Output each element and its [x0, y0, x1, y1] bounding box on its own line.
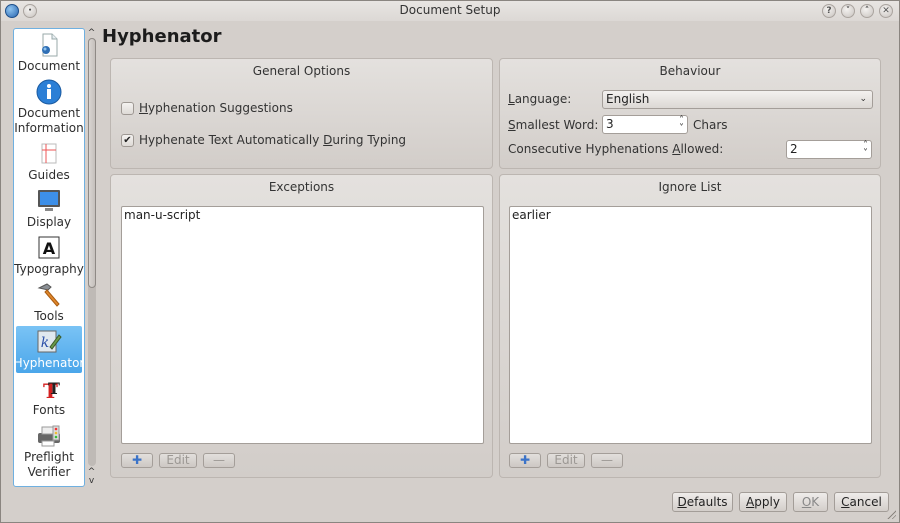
info-icon [36, 79, 62, 105]
guides-icon [36, 141, 62, 167]
general-options-group: General Options Hyphenation Suggestions … [110, 58, 493, 169]
chevron-down-icon: ⌄ [859, 94, 867, 104]
consecutive-value: 2 [790, 142, 798, 156]
group-title: General Options [252, 64, 351, 78]
sidebar-item-label: Document [17, 59, 81, 73]
remove-exception-button[interactable]: — [203, 453, 235, 468]
sidebar-item-label: Preflight Verifier [24, 450, 74, 479]
scroll-down-icon[interactable]: v [86, 476, 97, 486]
typography-icon: A [36, 235, 62, 261]
monitor-icon [36, 188, 62, 214]
edit-exception-button[interactable]: Edit [159, 453, 197, 468]
minimize-button[interactable]: ˅ [841, 4, 855, 18]
exceptions-group: Exceptions man-u-script ✚ Edit — [110, 174, 493, 478]
checkmark-icon[interactable]: ✔ [121, 133, 134, 147]
sidebar-item-guides[interactable]: Guides [14, 138, 84, 185]
sidebar-item-document-information[interactable]: Document Information [14, 76, 84, 138]
language-value: English [606, 92, 650, 106]
sidebar-item-display[interactable]: Display [14, 185, 84, 232]
sidebar-item-label: Display [26, 215, 72, 229]
close-button[interactable]: ✕ [879, 4, 893, 18]
sidebar-item-label: Hyphenator [13, 356, 85, 370]
svg-text:T: T [48, 379, 60, 398]
edit-ignore-button[interactable]: Edit [547, 453, 585, 468]
plus-icon: ✚ [131, 453, 143, 467]
chars-label: Chars [693, 118, 728, 132]
list-item[interactable]: man-u-script [124, 208, 481, 223]
apply-button[interactable]: Apply [739, 492, 787, 512]
sidebar-item-label: Typography [14, 262, 84, 276]
consecutive-hyphenations-spinbox[interactable]: 2 ˄ ˅ [786, 140, 872, 159]
language-select[interactable]: English ⌄ [602, 90, 873, 109]
sidebar-item-preflight-verifier[interactable]: Preflight Verifier [14, 420, 84, 482]
document-icon [36, 32, 62, 58]
exceptions-list[interactable]: man-u-script [121, 206, 484, 444]
add-exception-button[interactable]: ✚ [121, 453, 153, 468]
group-title: Behaviour [659, 64, 721, 78]
sidebar-item-hyphenator[interactable]: k Hyphenator [13, 326, 85, 373]
checkbox-label: Hyphenate Text Automatically During Typi… [139, 133, 407, 147]
svg-text:A: A [43, 239, 56, 258]
sidebar-scrollbar[interactable]: ^ ^ v [86, 28, 97, 487]
title-bar[interactable]: • Document Setup ? ˅ ˄ ✕ [1, 1, 899, 21]
plus-icon: ✚ [519, 453, 531, 467]
smallest-word-value: 3 [606, 117, 614, 131]
hyphenate-automatically-checkbox[interactable]: ✔ Hyphenate Text Automatically During Ty… [121, 133, 406, 147]
sidebar-item-pdf-export[interactable] [14, 482, 84, 486]
hyphenation-suggestions-checkbox[interactable]: Hyphenation Suggestions [121, 101, 293, 115]
list-item[interactable]: earlier [512, 208, 869, 223]
sidebar-item-typography[interactable]: A Typography [14, 232, 84, 279]
consecutive-hyphenations-label: Consecutive Hyphenations Allowed: [508, 142, 724, 156]
checkbox-unchecked[interactable] [121, 101, 134, 115]
sidebar-item-label: Tools [34, 309, 64, 323]
scroll-up-icon[interactable]: ^ [86, 28, 97, 38]
cancel-button[interactable]: Cancel [834, 492, 889, 512]
minus-icon: — [213, 453, 225, 467]
sidebar-item-label: Guides [28, 168, 70, 182]
sidebar-item-document[interactable]: Document [14, 29, 84, 76]
maximize-button[interactable]: ˄ [860, 4, 874, 18]
behaviour-group: Behaviour Language: English ⌄ Smallest W… [499, 58, 881, 169]
window-title: Document Setup [399, 3, 501, 17]
sidebar-item-tools[interactable]: Tools [14, 279, 84, 326]
ok-button[interactable]: OK [793, 492, 828, 512]
sidebar-item-label: Document Information [14, 106, 84, 135]
pdf-icon [36, 485, 62, 486]
checkbox-label: Hyphenation Suggestions [139, 101, 293, 115]
hyphenator-icon: k [36, 329, 62, 355]
smallest-word-label: Smallest Word: [508, 118, 599, 132]
group-title: Exceptions [268, 180, 335, 194]
scrollbar-thumb[interactable] [88, 38, 96, 288]
sidebar: Document Document Information Guides Dis… [13, 28, 85, 487]
help-button[interactable]: ? [822, 4, 836, 18]
remove-ignore-button[interactable]: — [591, 453, 623, 468]
group-title: Ignore List [658, 180, 722, 194]
svg-text:k: k [41, 335, 49, 351]
sidebar-item-fonts[interactable]: TT Fonts [14, 373, 84, 420]
ignore-list-group: Ignore List earlier ✚ Edit — [499, 174, 881, 478]
document-setup-window: • Document Setup ? ˅ ˄ ✕ Document Docume… [0, 0, 900, 523]
hammer-icon [36, 282, 62, 308]
printer-icon [36, 423, 62, 449]
page-title: Hyphenator [102, 26, 222, 47]
fonts-icon: TT [36, 376, 62, 403]
smallest-word-spinbox[interactable]: 3 ˄ ˅ [602, 115, 688, 134]
ignore-list[interactable]: earlier [509, 206, 872, 444]
language-label: Language: [508, 92, 572, 106]
spin-arrows-icon[interactable]: ˄ ˅ [679, 116, 684, 134]
minus-icon: — [601, 453, 613, 467]
add-ignore-button[interactable]: ✚ [509, 453, 541, 468]
spin-arrows-icon[interactable]: ˄ ˅ [863, 141, 868, 159]
sidebar-item-label: Fonts [32, 403, 66, 417]
defaults-button[interactable]: Defaults [672, 492, 733, 512]
